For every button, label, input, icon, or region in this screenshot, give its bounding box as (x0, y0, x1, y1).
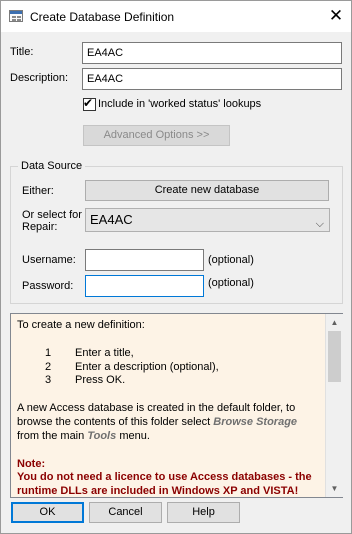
list-item: 3 Press OK. (45, 374, 126, 387)
note-title: Note: (17, 457, 46, 470)
browse-storage-reference: Browse Storage (213, 415, 298, 428)
repair-label: Repair: (22, 221, 58, 233)
or-select-label: Or select for (22, 209, 82, 221)
repair-select[interactable]: EA4AC ⌵ (85, 208, 330, 232)
scroll-up-icon[interactable]: ▲ (326, 314, 343, 331)
list-item: 2 Enter a description (optional), (45, 360, 219, 373)
title-label: Title: (10, 46, 34, 58)
either-label: Either: (22, 185, 54, 197)
title-bar: Create Database Definition ✕ (1, 1, 351, 32)
description-field[interactable]: EA4AC (82, 68, 342, 90)
info-paragraph: A new Access database is created in the … (17, 402, 298, 442)
create-new-database-button[interactable]: Create new database (85, 180, 329, 201)
cancel-button[interactable]: Cancel (89, 502, 162, 523)
password-field[interactable] (85, 275, 204, 297)
checkmark-icon: ✔ (83, 96, 94, 110)
scroll-down-icon[interactable]: ▼ (326, 480, 343, 497)
username-label: Username: (22, 254, 76, 266)
include-lookup-label[interactable]: Include in 'worked status' lookups (98, 98, 261, 110)
ok-button[interactable]: OK (11, 502, 84, 523)
chevron-down-icon: ⌵ (315, 218, 324, 230)
description-label: Description: (10, 72, 69, 84)
close-icon[interactable]: ✕ (323, 3, 349, 29)
advanced-options-button[interactable]: Advanced Options >> (83, 125, 230, 146)
scroll-thumb[interactable] (328, 331, 341, 382)
create-database-dialog: Create Database Definition ✕ Title: EA4A… (0, 0, 352, 534)
username-field[interactable] (85, 249, 204, 271)
info-scrollbar[interactable]: ▲ ▼ (325, 314, 343, 497)
window-title: Create Database Definition (30, 10, 175, 24)
note-text: You do not need a licence to use Access … (17, 471, 312, 498)
database-icon (9, 10, 23, 22)
username-optional-hint: (optional) (208, 254, 254, 266)
info-panel[interactable]: To create a new definition: 1 Enter a ti… (10, 313, 343, 498)
info-intro: To create a new definition: (17, 319, 145, 331)
info-content: To create a new definition: 1 Enter a ti… (17, 319, 317, 498)
help-button[interactable]: Help (167, 502, 240, 523)
password-label: Password: (22, 280, 74, 292)
data-source-title: Data Source (18, 160, 86, 172)
password-optional-hint: (optional) (208, 277, 254, 289)
title-field[interactable]: EA4AC (82, 42, 342, 64)
include-lookup-checkbox[interactable]: ✔ (83, 96, 96, 111)
repair-select-value: EA4AC (90, 212, 133, 227)
list-item: 1 Enter a title, (45, 346, 134, 359)
tools-menu-reference: Tools (87, 429, 117, 442)
